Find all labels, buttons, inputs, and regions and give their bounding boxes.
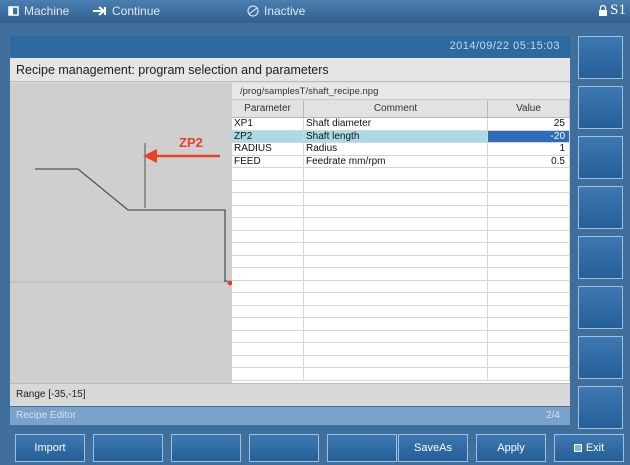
horizontal-softkey-3[interactable] <box>171 434 241 462</box>
empty-row <box>232 293 570 306</box>
column-header-comment: Comment <box>304 100 488 117</box>
empty-row <box>232 193 570 206</box>
row-value[interactable]: 1 <box>488 143 570 155</box>
empty-row <box>232 218 570 231</box>
datetime-bar: 2014/09/22 05:15:03 <box>10 36 570 57</box>
column-header-parameter: Parameter <box>232 100 304 117</box>
vertical-softkey-8[interactable] <box>578 386 623 429</box>
machine-label: Machine <box>24 4 70 18</box>
empty-row <box>232 280 570 293</box>
vertical-softkey-6[interactable] <box>578 286 623 329</box>
row-parameter: FEED <box>232 155 304 167</box>
row-comment: Shaft diameter <box>304 118 488 130</box>
empty-row <box>232 205 570 218</box>
panel-title: Recipe management: program selection and… <box>10 58 570 82</box>
parameter-table: /prog/samplesT/shaft_recipe.npg Paramete… <box>232 83 570 383</box>
row-comment: Radius <box>304 143 488 155</box>
datetime: 2014/09/22 05:15:03 <box>449 40 560 52</box>
row-comment: Shaft length <box>304 130 488 142</box>
range-info: Range [-35,-15] <box>10 383 570 405</box>
saveas-button[interactable]: SaveAs <box>398 434 468 462</box>
empty-row <box>232 168 570 181</box>
empty-row <box>232 355 570 368</box>
inactive-label: Inactive <box>264 4 306 18</box>
program-path: /prog/samplesT/shaft_recipe.npg <box>232 83 570 100</box>
channel-label: S1 <box>610 2 626 18</box>
table-header: Parameter Comment Value <box>232 100 570 118</box>
editor-name: Recipe Editor <box>16 410 77 421</box>
apply-button[interactable]: Apply <box>476 434 546 462</box>
vertical-softkey-4[interactable] <box>578 186 623 229</box>
empty-row <box>232 368 570 381</box>
empty-row <box>232 318 570 331</box>
table-row[interactable]: XP1 Shaft diameter 25 <box>232 118 570 131</box>
empty-row <box>232 330 570 343</box>
empty-row <box>232 305 570 318</box>
inactive-indicator: Inactive <box>246 4 305 18</box>
table-row-selected[interactable]: ZP2 Shaft length -20 <box>232 130 570 143</box>
vertical-softkey-7[interactable] <box>578 336 623 379</box>
continue-label: Continue <box>112 4 161 18</box>
row-value[interactable]: 25 <box>488 118 570 130</box>
empty-row <box>232 230 570 243</box>
horizontal-softkey-5[interactable] <box>327 434 397 462</box>
row-comment: Feedrate mm/rpm <box>304 155 488 167</box>
exit-button[interactable]: Exit <box>554 434 624 462</box>
horizontal-softkey-2[interactable] <box>93 434 163 462</box>
top-status-bar: Machine Continue Inactive S1 <box>0 0 630 23</box>
recipe-panel: Recipe management: program selection and… <box>10 58 570 406</box>
exit-icon <box>573 444 582 452</box>
vertical-softkey-1[interactable] <box>578 36 623 79</box>
editor-status-bar: Recipe Editor 2/4 <box>10 407 570 425</box>
row-value[interactable]: 0.5 <box>488 155 570 167</box>
empty-row <box>232 243 570 256</box>
vertical-softkey-2[interactable] <box>578 86 623 129</box>
channel-indicator: S1 <box>598 2 626 19</box>
empty-row <box>232 180 570 193</box>
arrow-right-icon <box>93 6 106 16</box>
vertical-softkey-3[interactable] <box>578 136 623 179</box>
empty-row <box>232 255 570 268</box>
exit-label: Exit <box>585 442 605 454</box>
shaft-graphic: ZP2 <box>10 83 233 383</box>
row-parameter: XP1 <box>232 118 304 130</box>
row-parameter: ZP2 <box>232 130 304 142</box>
empty-row <box>232 268 570 281</box>
page-indicator: 2/4 <box>546 410 560 421</box>
table-row[interactable]: RADIUS Radius 1 <box>232 143 570 156</box>
vertical-softkey-5[interactable] <box>578 236 623 279</box>
row-value-input[interactable]: -20 <box>488 130 570 142</box>
column-header-value: Value <box>488 100 570 117</box>
table-row[interactable]: FEED Feedrate mm/rpm 0.5 <box>232 155 570 168</box>
horizontal-softkey-4[interactable] <box>249 434 319 462</box>
empty-row <box>232 343 570 356</box>
machine-indicator: Machine <box>8 4 69 18</box>
machine-icon <box>8 6 19 16</box>
zp2-label: ZP2 <box>179 135 203 150</box>
continue-indicator: Continue <box>92 4 160 18</box>
shaft-profile-drawing: ZP2 <box>10 135 233 286</box>
row-parameter: RADIUS <box>232 143 304 155</box>
no-program-icon <box>247 5 259 17</box>
import-button[interactable]: Import <box>15 434 85 462</box>
lock-icon <box>599 4 608 16</box>
